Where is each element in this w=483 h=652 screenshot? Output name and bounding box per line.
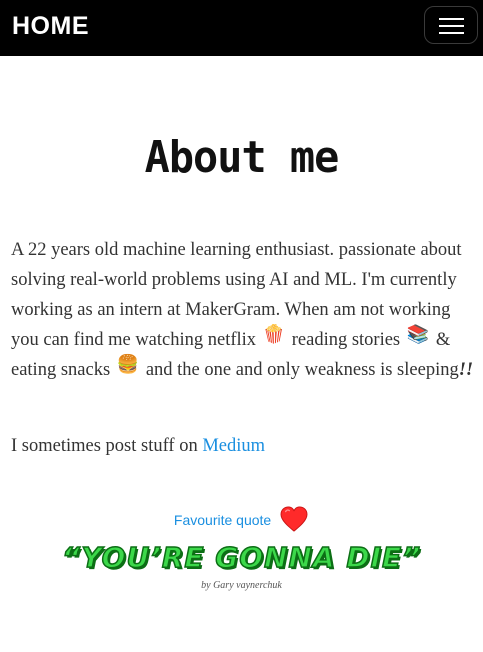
bio-text: reading stories [291, 330, 401, 350]
medium-prefix: I sometimes post stuff on [11, 436, 198, 456]
books-icon: 📚 [406, 324, 430, 344]
favourite-quote-label: Favourite quote [173, 512, 272, 528]
navbar-toggle-button[interactable] [424, 6, 478, 44]
burger-icon: 🍔 [116, 354, 140, 374]
navbar: HOME [0, 0, 483, 56]
heart-icon [280, 506, 308, 533]
bio-paragraph: A 22 years old machine learning enthusia… [11, 235, 476, 385]
quote-author: by Gary vaynerchuk [201, 580, 282, 591]
bio-exclamation: !! [458, 360, 474, 380]
medium-line: I sometimes post stuff on Medium [11, 431, 476, 461]
hamburger-menu-icon-bar [439, 25, 464, 27]
hamburger-menu-icon-bar [439, 32, 464, 34]
hamburger-menu-icon [439, 18, 464, 20]
popcorn-icon: 🍿 [262, 324, 286, 344]
home-link[interactable]: HOME [12, 9, 89, 43]
medium-link[interactable]: Medium [202, 436, 265, 456]
favourite-quote-text: “YOU’RE GONNA DIE” [61, 540, 422, 575]
favourite-quote-label-row: Favourite quote [0, 506, 483, 534]
page-title: About me [144, 132, 340, 183]
bio-text: and the one and only weakness is sleepin… [145, 360, 459, 380]
